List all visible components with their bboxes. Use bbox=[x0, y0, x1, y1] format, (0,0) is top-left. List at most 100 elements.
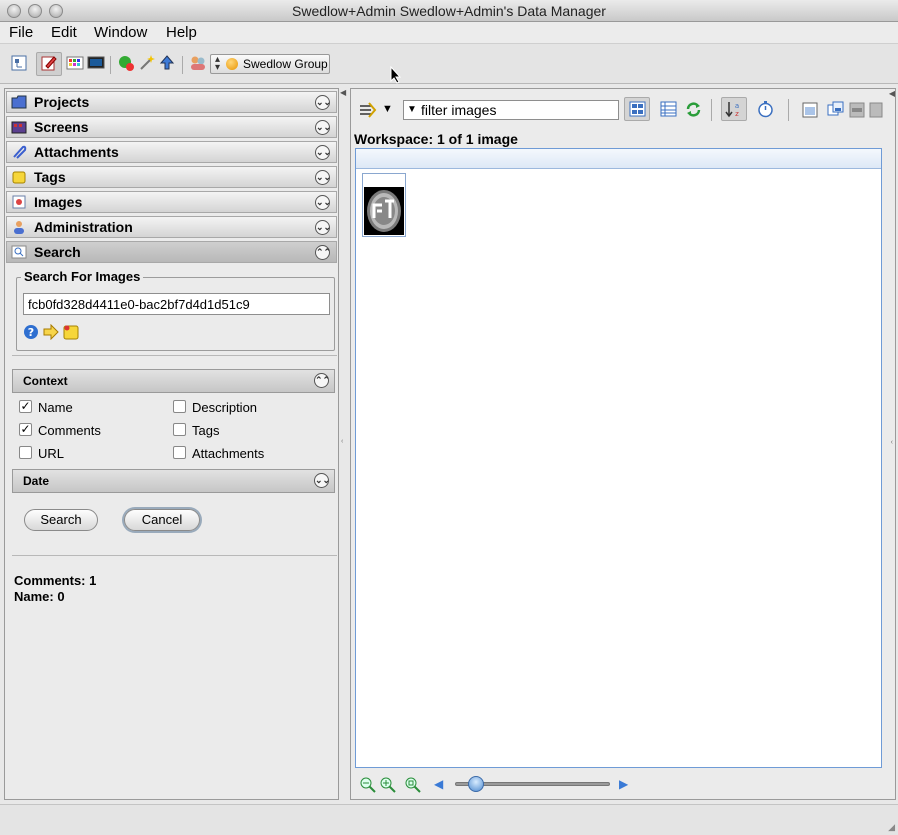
zoom-out-icon[interactable] bbox=[360, 777, 376, 793]
collapse-chevron-icon[interactable]: ⌃⌃ bbox=[315, 245, 331, 260]
slider-right-arrow-icon[interactable]: ▶ bbox=[619, 777, 628, 791]
slider-left-arrow-icon[interactable]: ◀ bbox=[434, 777, 443, 791]
filter-images-field[interactable]: ▼ filter images bbox=[403, 100, 619, 120]
accordion-tags-label: Tags bbox=[34, 169, 66, 185]
context-label: Context bbox=[23, 374, 68, 388]
cancel-button[interactable]: Cancel bbox=[124, 509, 200, 531]
svg-text:?: ? bbox=[28, 326, 34, 339]
mri-image-icon bbox=[364, 187, 404, 235]
menu-bar: File Edit Window Help bbox=[0, 22, 898, 44]
expand-chevron-icon[interactable]: ⌄⌄ bbox=[315, 145, 331, 160]
plate-icon bbox=[11, 121, 27, 134]
image-browser-panel: ▼ ▼ filter images az ◀ ‹ Workspace: 1 of… bbox=[350, 88, 896, 800]
group-status-icon bbox=[226, 58, 238, 70]
menu-help[interactable]: Help bbox=[166, 24, 197, 41]
panel-view-icon[interactable] bbox=[849, 102, 865, 118]
zoom-fit-icon[interactable] bbox=[405, 777, 421, 793]
split-pane-divider[interactable]: ◀ ‹ bbox=[340, 88, 350, 800]
wand-icon[interactable] bbox=[138, 54, 156, 72]
tag-search-icon[interactable] bbox=[63, 324, 79, 340]
search-button[interactable]: Search bbox=[24, 509, 98, 531]
minimize-window-button[interactable] bbox=[28, 4, 42, 18]
image-grid[interactable] bbox=[355, 148, 882, 768]
close-window-button[interactable] bbox=[7, 4, 21, 18]
import-icon[interactable] bbox=[117, 54, 135, 72]
description-checkbox[interactable] bbox=[173, 400, 186, 413]
arrow-right-icon[interactable] bbox=[43, 324, 59, 340]
tags-checkbox-label: Tags bbox=[192, 423, 220, 438]
expand-chevron-icon[interactable]: ⌄⌄ bbox=[315, 170, 331, 185]
svg-text:a: a bbox=[735, 102, 739, 110]
menu-window[interactable]: Window bbox=[94, 24, 147, 41]
description-checkbox-label: Description bbox=[192, 400, 258, 415]
accordion-images[interactable]: Images ⌄⌄ bbox=[6, 191, 337, 213]
dropdown-arrow-icon[interactable]: ▼ bbox=[382, 103, 393, 115]
collapse-chevron-icon[interactable]: ⌃⌃ bbox=[314, 373, 330, 388]
thumbnail-view-toggle[interactable] bbox=[624, 97, 650, 121]
attachments-checkbox[interactable] bbox=[173, 446, 186, 459]
mouse-cursor-icon bbox=[390, 66, 402, 84]
filter-dropdown-icon[interactable]: ▼ bbox=[407, 101, 417, 119]
name-checkbox-label: Name bbox=[38, 400, 73, 415]
divider bbox=[12, 555, 337, 556]
layout-options-icon[interactable] bbox=[359, 102, 377, 118]
toolbar-separator bbox=[110, 56, 111, 74]
date-section-header[interactable]: Date ⌄⌄ bbox=[12, 469, 335, 493]
name-result-count: Name: 0 bbox=[14, 589, 65, 604]
monitor-icon[interactable] bbox=[87, 54, 105, 72]
expand-chevron-icon[interactable]: ⌄⌄ bbox=[314, 473, 330, 488]
expand-chevron-icon[interactable]: ⌄⌄ bbox=[315, 120, 331, 135]
expand-chevron-icon[interactable]: ⌄⌄ bbox=[315, 95, 331, 110]
resize-grip-icon[interactable]: ◢ bbox=[888, 822, 895, 833]
sort-toggle[interactable]: az bbox=[721, 97, 747, 121]
grid-header bbox=[356, 149, 881, 169]
sort-alpha-icon: az bbox=[725, 102, 739, 118]
accordion-tags[interactable]: Tags ⌄⌄ bbox=[6, 166, 337, 188]
zoom-window-button[interactable] bbox=[49, 4, 63, 18]
window-view-icon[interactable] bbox=[802, 102, 818, 118]
date-label: Date bbox=[23, 474, 50, 488]
name-checkbox[interactable]: ✓ bbox=[19, 400, 32, 413]
accordion-projects-label: Projects bbox=[34, 94, 90, 110]
refresh-icon[interactable] bbox=[685, 101, 702, 118]
comments-result-count: Comments: 1 bbox=[14, 573, 97, 588]
expand-view-icon[interactable] bbox=[869, 102, 883, 118]
timer-icon[interactable] bbox=[757, 101, 774, 118]
drag-handle-icon[interactable]: ‹ bbox=[341, 438, 343, 445]
upload-icon[interactable] bbox=[158, 54, 176, 72]
multi-window-icon[interactable] bbox=[827, 101, 844, 118]
accordion-projects[interactable]: Projects ⌄⌄ bbox=[6, 91, 337, 113]
accordion-search-label: Search bbox=[34, 244, 81, 260]
context-section-header[interactable]: Context ⌃⌃ bbox=[12, 369, 335, 393]
group-selector[interactable]: ▴ ▾ Swedlow Group bbox=[210, 54, 330, 74]
zoom-in-icon[interactable] bbox=[380, 777, 396, 793]
accordion-search[interactable]: Search ⌃⌃ bbox=[6, 241, 337, 263]
zoom-slider-knob[interactable] bbox=[468, 776, 484, 792]
search-icon bbox=[11, 245, 27, 259]
accordion-administration[interactable]: Administration ⌄⌄ bbox=[6, 216, 337, 238]
annotate-icon[interactable] bbox=[40, 54, 58, 72]
comments-checkbox[interactable]: ✓ bbox=[19, 423, 32, 436]
collapse-left-arrow-icon[interactable]: ◀ bbox=[340, 88, 346, 97]
side-drag-handle-icon[interactable]: ‹ bbox=[891, 439, 893, 446]
hierarchy-icon[interactable] bbox=[10, 54, 28, 72]
accordion-screens[interactable]: Screens ⌄⌄ bbox=[6, 116, 337, 138]
table-view-icon[interactable] bbox=[660, 101, 677, 117]
group-label: Swedlow Group bbox=[243, 57, 328, 71]
url-checkbox[interactable] bbox=[19, 446, 32, 459]
accordion-attachments-label: Attachments bbox=[34, 144, 119, 160]
image-thumbnail[interactable] bbox=[362, 173, 406, 237]
folder-icon bbox=[11, 95, 27, 109]
palette-icon[interactable] bbox=[66, 54, 84, 72]
expand-chevron-icon[interactable]: ⌄⌄ bbox=[315, 220, 331, 235]
collapse-right-arrow-icon[interactable]: ◀ bbox=[889, 89, 895, 98]
menu-edit[interactable]: Edit bbox=[51, 24, 77, 41]
tags-checkbox[interactable] bbox=[173, 423, 186, 436]
workspace-label: Workspace: 1 of 1 image bbox=[354, 131, 518, 147]
help-icon[interactable]: ? bbox=[23, 324, 39, 340]
expand-chevron-icon[interactable]: ⌄⌄ bbox=[315, 195, 331, 210]
spinner-arrows-icon: ▴ ▾ bbox=[215, 54, 221, 73]
search-input[interactable] bbox=[23, 293, 330, 315]
menu-file[interactable]: File bbox=[9, 24, 33, 41]
accordion-attachments[interactable]: Attachments ⌄⌄ bbox=[6, 141, 337, 163]
